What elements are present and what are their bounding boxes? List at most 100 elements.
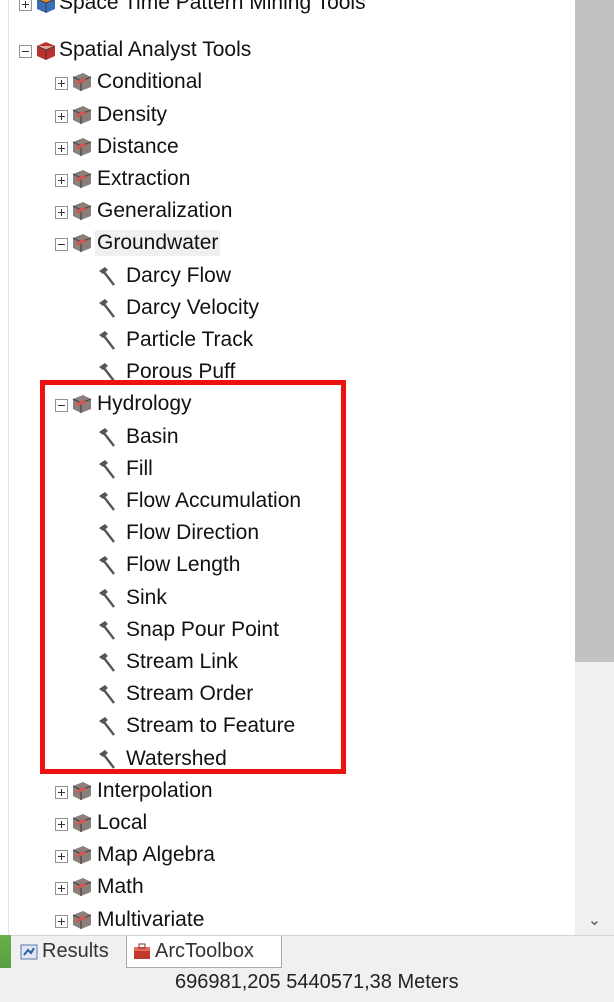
tree-item-toolset[interactable]: Math: [9, 872, 569, 902]
expand-plus-icon[interactable]: [55, 109, 68, 123]
tab-results[interactable]: Results: [14, 936, 122, 967]
tree-item-tool[interactable]: Basin: [9, 422, 569, 452]
tree-item-label: Stream Order: [126, 682, 254, 706]
tree-item-tool[interactable]: Stream to Feature: [9, 711, 569, 741]
tree-item-tool[interactable]: Porous Puff: [9, 357, 569, 387]
tree-item-label: Math: [97, 875, 144, 899]
tree-item-toolset[interactable]: Local: [9, 808, 569, 838]
hammer-tool-icon: [99, 620, 115, 640]
tree-item-toolset[interactable]: Density: [9, 100, 569, 130]
toolbox-icon: [36, 42, 56, 61]
tree-item-tool[interactable]: Darcy Flow: [9, 261, 569, 291]
toolset-icon: [72, 781, 92, 800]
tree-item-toolbox[interactable]: Space Time Pattern Mining Tools: [9, 0, 569, 18]
toolset-icon: [72, 846, 92, 865]
tree-item-toolset[interactable]: Hydrology: [9, 389, 569, 419]
tree-item-toolset[interactable]: Groundwater: [9, 228, 569, 258]
coordinate-readout: 696981,205 5440571,38 Meters: [175, 971, 459, 993]
tree-item-label: Space Time Pattern Mining Tools: [59, 0, 366, 14]
hammer-tool-icon: [99, 298, 115, 318]
tree-item-tool[interactable]: Fill: [9, 454, 569, 484]
hammer-tool-icon: [99, 524, 115, 543]
hammer-tool-icon: [99, 685, 115, 704]
tab-arctoolbox[interactable]: ArcToolbox: [126, 936, 282, 968]
toolset-icon: [72, 105, 92, 124]
tree-item-label: Flow Accumulation: [126, 489, 302, 512]
collapse-minus-icon[interactable]: [19, 45, 32, 59]
collapse-minus-icon[interactable]: [55, 238, 68, 252]
tab-arctoolbox-label: ArcToolbox: [155, 940, 254, 962]
tree-item-tool[interactable]: Stream Order: [9, 679, 569, 709]
tree-item-label: Conditional: [97, 70, 203, 94]
expand-plus-icon[interactable]: [55, 818, 68, 831]
tree-item-tool[interactable]: Stream Link: [9, 647, 569, 677]
tree-item-toolset[interactable]: Interpolation: [9, 776, 569, 806]
results-icon: [20, 944, 38, 959]
tree-item-toolset[interactable]: Extraction: [9, 164, 569, 194]
hammer-tool-icon: [99, 492, 115, 511]
tree-item-label: Stream Link: [126, 650, 239, 673]
expand-plus-icon[interactable]: [55, 77, 68, 91]
toolset-icon: [72, 814, 92, 832]
tree-item-tool[interactable]: Flow Direction: [9, 518, 569, 548]
scroll-down-chevron-icon[interactable]: ⌄: [575, 905, 614, 935]
tree-item-label: Extraction: [97, 167, 191, 190]
tree-item-label: Flow Direction: [126, 521, 260, 545]
toolset-icon: [72, 395, 92, 414]
hammer-tool-icon: [99, 588, 115, 608]
tree-item-tool[interactable]: Flow Accumulation: [9, 486, 569, 516]
toolbox-icon: [37, 0, 55, 13]
tree-item-label: Stream to Feature: [126, 714, 296, 738]
tree-item-tool[interactable]: Snap Pour Point: [9, 615, 569, 645]
toolset-icon: [72, 202, 92, 221]
dock-tab-bar: Results ArcToolbox: [0, 935, 614, 969]
tree-item-label: Groundwater: [95, 230, 221, 257]
tree-item-label: Darcy Flow: [126, 263, 232, 287]
tree-item-label: Darcy Velocity: [126, 295, 260, 319]
tree-item-label: Porous Puff: [126, 360, 236, 384]
tree-item-label: Particle Track: [126, 328, 254, 351]
tree-item-toolbox[interactable]: Spatial Analyst Tools: [9, 35, 569, 65]
toolbox-tree[interactable]: Space Time Pattern Mining Tools Spatial A…: [8, 0, 576, 935]
tree-item-tool[interactable]: Watershed: [9, 744, 569, 774]
expand-plus-icon[interactable]: [55, 174, 68, 187]
expand-plus-icon[interactable]: [55, 882, 68, 896]
tree-item-tool[interactable]: Flow Length: [9, 550, 569, 580]
hammer-tool-icon: [99, 459, 115, 479]
toolset-icon: [72, 910, 92, 929]
hammer-tool-icon: [99, 653, 115, 672]
tree-item-label: Map Algebra: [97, 843, 215, 867]
tree-item-toolset[interactable]: Map Algebra: [9, 840, 569, 870]
hammer-tool-icon: [99, 427, 115, 447]
tree-item-label: Density: [97, 102, 168, 126]
tree-item-label: Snap Pour Point: [126, 617, 279, 641]
tree-item-toolset[interactable]: Generalization: [9, 196, 569, 226]
tree-item-label: Generalization: [97, 199, 233, 223]
expand-plus-icon[interactable]: [55, 206, 68, 220]
vertical-scrollbar[interactable]: ⌄: [575, 0, 614, 935]
scrollbar-thumb[interactable]: [575, 0, 614, 662]
expand-plus-icon[interactable]: [55, 914, 68, 928]
tree-item-label: Hydrology: [97, 392, 192, 416]
tree-item-tool[interactable]: Particle Track: [9, 325, 569, 355]
hammer-tool-icon: [99, 266, 115, 286]
tree-item-toolset[interactable]: Conditional: [9, 67, 569, 97]
hammer-tool-icon: [99, 363, 115, 382]
expand-plus-icon[interactable]: [55, 785, 68, 799]
toolset-icon: [72, 73, 92, 92]
collapse-minus-icon[interactable]: [55, 399, 68, 413]
tree-item-tool[interactable]: Darcy Velocity: [9, 293, 569, 323]
tree-item-label: Interpolation: [97, 778, 213, 802]
hammer-tool-icon: [99, 749, 115, 769]
tree-item-toolset[interactable]: Multivariate: [9, 905, 569, 935]
arctoolbox-icon: [134, 943, 150, 959]
toolset-icon: [72, 170, 92, 188]
tree-item-label: Distance: [97, 134, 179, 158]
tree-item-tool[interactable]: Sink: [9, 583, 569, 613]
tree-item-toolset[interactable]: Distance: [9, 132, 569, 162]
expand-plus-icon[interactable]: [19, 0, 32, 11]
tree-item-label: Fill: [126, 456, 153, 480]
tree-item-label: Basin: [126, 424, 179, 448]
expand-plus-icon[interactable]: [55, 850, 68, 864]
expand-plus-icon[interactable]: [55, 141, 68, 155]
